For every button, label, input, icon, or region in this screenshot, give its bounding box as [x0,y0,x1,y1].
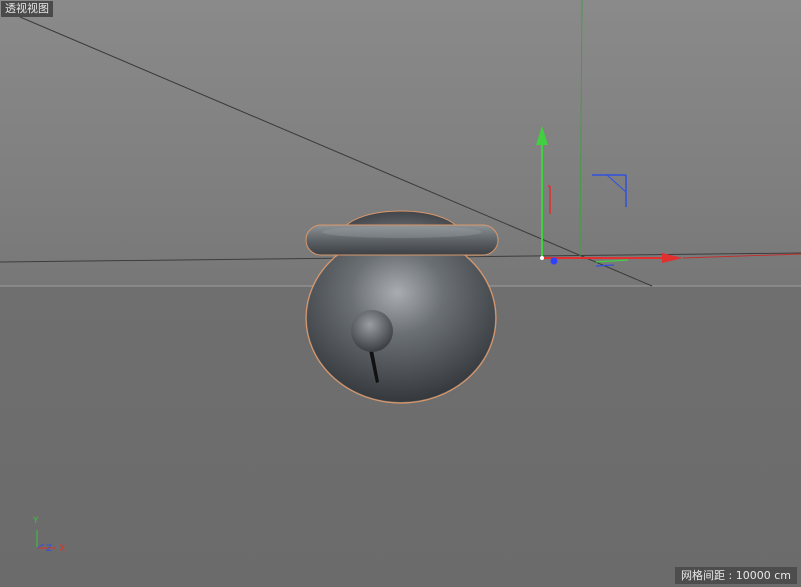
bell-model[interactable] [305,210,499,404]
axis-x-label: X [59,544,66,554]
scene-canvas[interactable] [0,0,801,587]
grid-spacing-readout: 网格间距 : 10000 cm [675,567,797,584]
move-gizmo[interactable] [536,126,801,267]
viewport-name-label[interactable]: 透视视图 [1,1,53,17]
world-y-axis-line [579,0,583,259]
axis-z-label: Z [46,544,53,554]
perspective-viewport[interactable]: Y Z X 透视视图 网格间距 : 10000 cm [0,0,801,587]
axis-y-label: Y [33,516,39,526]
